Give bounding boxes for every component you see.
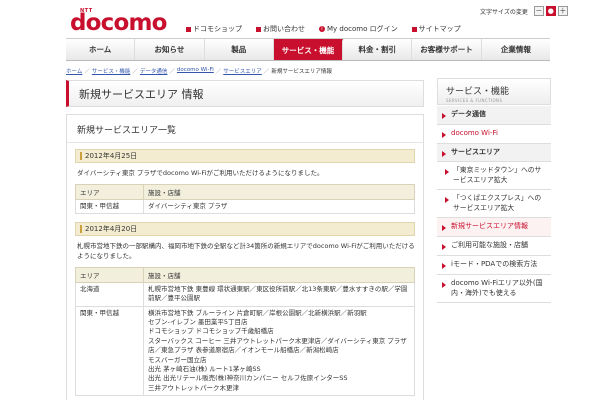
sidebar-item-data[interactable]: データ通信 — [437, 106, 551, 125]
area-table: エリア 施設・店舗 北海道 札幌市営地下鉄 東豊線 環状通東駅／東区役所前駅／北… — [75, 266, 415, 397]
text-size-large-button[interactable]: ＋ — [557, 6, 568, 16]
area-list-panel: 新規サービスエリア一覧 2012年4月25日 ダイバーシティ東京 プラザでdoc… — [66, 114, 424, 400]
nav-item-corporate[interactable]: 企業情報 — [482, 39, 550, 60]
table-row: 関東・甲信越 ダイバーシティ東京 プラザ — [75, 198, 415, 215]
cell-area: 関東・甲信越 — [75, 198, 144, 215]
text-size-small-button[interactable]: － — [533, 6, 544, 16]
cell-area: 北海道 — [75, 281, 144, 307]
breadcrumb-link-services[interactable]: サービス・機能 — [92, 67, 131, 75]
util-link-mydocomo-login[interactable]: i My docomo ログイン — [319, 24, 398, 34]
cell-facility: 札幌市営地下鉄 東豊線 環状通東駅／東区役所前駅／北13条東駅／豊水すすきの駅／… — [143, 281, 415, 307]
date-bar: 2012年4月20日 — [75, 222, 415, 237]
info-icon: i — [319, 26, 325, 32]
nav-item-services[interactable]: サービス・機能 — [273, 39, 344, 60]
square-bullet-icon — [411, 26, 417, 32]
breadcrumb-link-area[interactable]: サービスエリア — [223, 67, 262, 75]
sidebar-item-tsukuba[interactable]: 「つくばエクスプレス」へのサービスエリア拡大 — [437, 190, 551, 219]
nav-item-support[interactable]: お客様サポート — [412, 39, 482, 60]
sidebar-menu: データ通信 docomo Wi-Fi サービスエリア 「東京ミッドタウン」へのサ… — [437, 106, 551, 304]
breadcrumb: ホーム／ サービス・機能／ データ通信／ docomo Wi-Fi ／ サービスエ… — [66, 67, 332, 75]
table-header-area: エリア — [75, 183, 144, 200]
sidebar-item-midtown[interactable]: 「東京ミッドタウン」へのサービスエリア拡大 — [437, 162, 551, 191]
nav-item-news[interactable]: お知らせ — [135, 39, 205, 60]
panel-title: 新規サービスエリア一覧 — [67, 115, 423, 143]
sidebar-item-imode-search[interactable]: iモード・PDAでの検索方法 — [437, 256, 551, 275]
table-row: 北海道 札幌市営地下鉄 東豊線 環状通東駅／東区役所前駅／北13条東駅／豊水すす… — [75, 281, 415, 307]
nav-item-pricing[interactable]: 料金・割引 — [343, 39, 413, 60]
table-header-facility: 施設・店舗 — [143, 183, 415, 200]
section-date: 2012年4月20日 — [85, 225, 138, 234]
cell-facility: 横浜市営地下鉄 ブルーライン 片倉町駅／岸根公園駅／北新横浜駅／新羽駅 セブン-… — [143, 305, 415, 397]
sidebar-item-new-area[interactable]: 新規サービスエリア情報 — [437, 218, 551, 238]
sidebar-header: サービス・機能 SERVICES & FUNCTIONS — [437, 78, 551, 105]
table-header-facility: 施設・店舗 — [143, 266, 415, 283]
sidebar-item-facilities[interactable]: ご利用可能な施設・店舗 — [437, 237, 551, 257]
utility-links: ドコモショップ お問い合わせ i My docomo ログイン サイトマップ — [186, 24, 461, 34]
text-size-reset-button[interactable]: ● — [545, 6, 556, 16]
table-row: 関東・甲信越 横浜市営地下鉄 ブルーライン 片倉町駅／岸根公園駅／北新横浜駅／新… — [75, 305, 415, 397]
section-date: 2012年4月25日 — [85, 152, 138, 160]
area-table: エリア 施設・店舗 関東・甲信越 ダイバーシティ東京 プラザ — [75, 183, 415, 215]
section-note: 札幌市営地下鉄の一部駅構内、福岡市地下鉄の全駅など計34箇所の新規エリアでdoc… — [77, 242, 415, 260]
date-marker-icon — [80, 225, 82, 234]
cell-area: 関東・甲信越 — [75, 305, 144, 397]
page-title: 新規サービスエリア 情報 — [66, 80, 424, 107]
breadcrumb-link-data[interactable]: データ通信 — [140, 67, 168, 75]
breadcrumb-link-wifi[interactable]: docomo Wi-Fi — [177, 67, 214, 75]
cell-facility: ダイバーシティ東京 プラザ — [143, 198, 415, 215]
sidebar-item-outside-area[interactable]: docomo Wi-Fiエリア以外(国内・海外)でも使える — [437, 274, 551, 304]
table-header-area: エリア — [75, 266, 144, 283]
util-link-sitemap[interactable]: サイトマップ — [411, 24, 461, 34]
sidebar-item-docomo-wifi[interactable]: docomo Wi-Fi — [437, 124, 551, 144]
global-nav: ホーム お知らせ 製品 サービス・機能 料金・割引 お客様サポート 企業情報 — [66, 38, 550, 61]
section-note: ダイバーシティ東京 プラザでdocomo Wi-Fiがご利用いただけるようになり… — [77, 169, 324, 177]
util-link-contact[interactable]: お問い合わせ — [256, 24, 305, 34]
nav-item-home[interactable]: ホーム — [66, 39, 136, 60]
nav-item-products[interactable]: 製品 — [205, 39, 274, 60]
breadcrumb-current: 新規サービスエリア情報 — [271, 69, 332, 75]
sidebar-title: サービス・機能 — [446, 87, 510, 97]
util-link-docomo-shop[interactable]: ドコモショップ — [186, 24, 242, 34]
date-marker-icon — [80, 152, 82, 160]
breadcrumb-link-home[interactable]: ホーム — [66, 67, 82, 75]
text-size-control: 文字サイズの変更 － ● ＋ — [480, 6, 568, 16]
date-bar: 2012年4月25日 — [75, 149, 415, 163]
square-bullet-icon — [186, 26, 191, 32]
square-bullet-icon — [256, 26, 261, 32]
sidebar-item-service-area[interactable]: サービスエリア — [437, 143, 551, 163]
logo-text: docomo — [70, 10, 167, 36]
text-size-label: 文字サイズの変更 — [480, 8, 528, 16]
sidebar-subtitle: SERVICES & FUNCTIONS — [446, 98, 503, 103]
